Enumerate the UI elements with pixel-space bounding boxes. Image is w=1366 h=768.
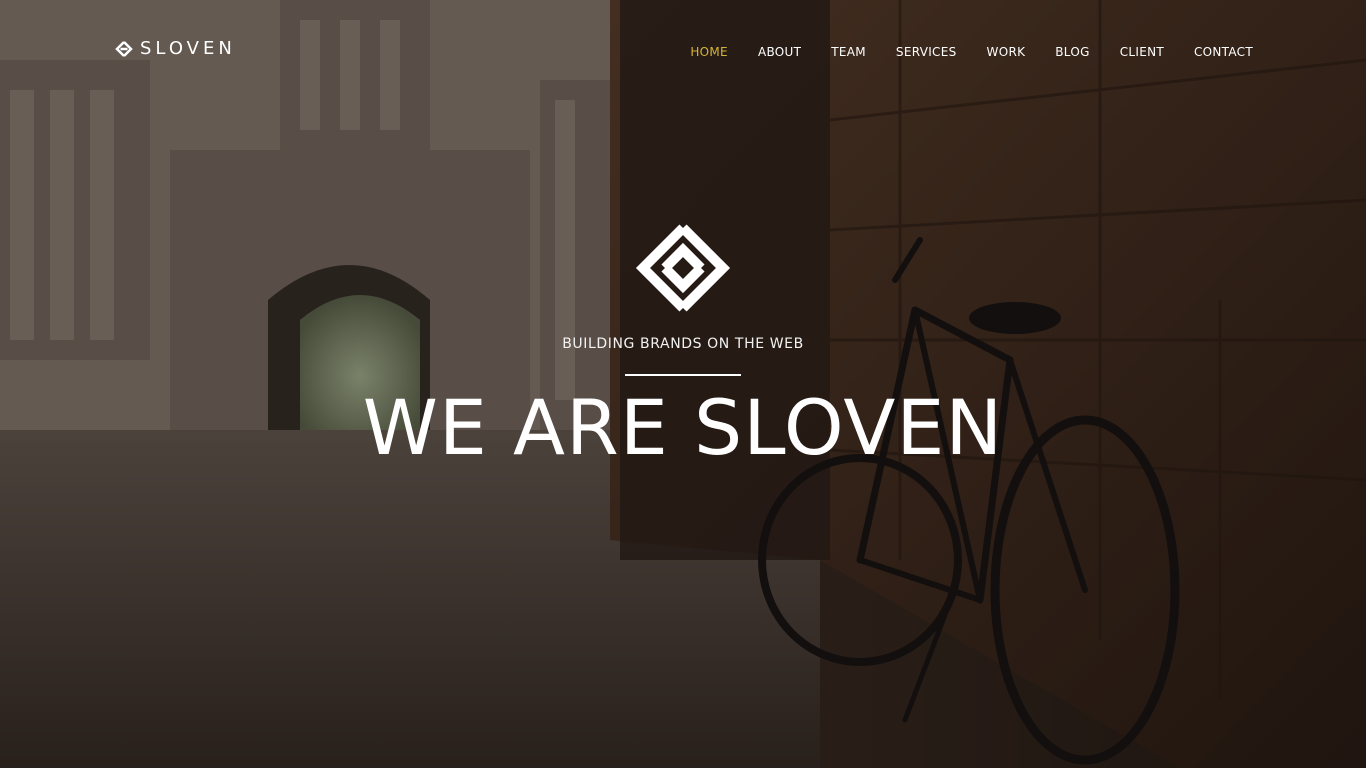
- hero-content: BUILDING BRANDS ON THE WEB WE ARE SLOVEN: [0, 220, 1366, 517]
- nav-item-client[interactable]: CLIENT: [1120, 45, 1164, 59]
- nav-item-team[interactable]: TEAM: [831, 45, 866, 59]
- nav-item-about[interactable]: ABOUT: [758, 45, 801, 59]
- brand-logo-link[interactable]: SLOVEN: [114, 38, 236, 59]
- hero-tagline: BUILDING BRANDS ON THE WEB: [562, 336, 804, 352]
- navbar: SLOVEN HOME ABOUT TEAM SERVICES WORK BLO…: [0, 0, 1366, 100]
- nav-item-home[interactable]: HOME: [690, 45, 728, 59]
- nav-item-services[interactable]: SERVICES: [896, 45, 957, 59]
- nav-item-contact[interactable]: CONTACT: [1194, 45, 1253, 59]
- nav-item-work[interactable]: WORK: [987, 45, 1026, 59]
- hero-section: SLOVEN HOME ABOUT TEAM SERVICES WORK BLO…: [0, 0, 1366, 768]
- hero-divider: [625, 374, 741, 376]
- hero-headline: WE ARE SLOVEN: [362, 383, 1004, 472]
- main-nav: HOME ABOUT TEAM SERVICES WORK BLOG CLIEN…: [660, 41, 1253, 60]
- brand-name: SLOVEN: [140, 38, 236, 59]
- nav-item-blog[interactable]: BLOG: [1055, 45, 1089, 59]
- diamond-link-icon: [635, 224, 731, 312]
- diamond-link-icon: [115, 40, 133, 57]
